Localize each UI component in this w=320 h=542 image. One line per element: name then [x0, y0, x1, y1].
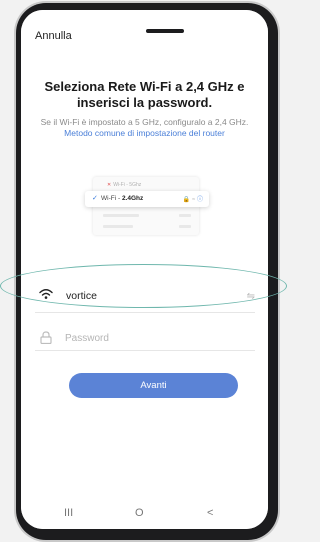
- recent-apps-icon[interactable]: III: [64, 507, 73, 519]
- lock-icon: [40, 331, 52, 344]
- wifi-ssid-value: vortice: [66, 290, 97, 302]
- lock-wifi-icons: 🔒 ≈: [182, 197, 197, 203]
- switch-network-icon[interactable]: ⇋: [247, 291, 255, 302]
- app-screen: Annulla Seleziona Rete Wi-Fi a 2,4 GHz e…: [21, 10, 268, 529]
- back-icon[interactable]: <: [207, 507, 213, 519]
- subtitle-text: Se il Wi-Fi è impostato a 5 GHz, configu…: [40, 117, 249, 127]
- cross-icon: ✕: [107, 182, 112, 188]
- network-24ghz-band: 2.4Ghz: [121, 195, 144, 202]
- home-icon[interactable]: O: [135, 507, 144, 519]
- divider: [35, 350, 255, 351]
- placeholder-line: [179, 214, 191, 217]
- placeholder-line: [179, 225, 191, 228]
- top-bar: Annulla: [21, 10, 268, 50]
- placeholder-line: [103, 214, 139, 217]
- info-icon: ⓘ: [196, 197, 203, 203]
- next-button[interactable]: Avanti: [69, 373, 238, 398]
- password-input[interactable]: [65, 328, 245, 348]
- password-field-row: [35, 328, 255, 352]
- network-row-5ghz: ✕ Wi-Fi - 5Ghz: [107, 182, 141, 188]
- network-status-icons: 🔒 ≈ ⓘ: [183, 194, 203, 203]
- cancel-button[interactable]: Annulla: [35, 30, 72, 42]
- network-24ghz-label: Wi-Fi - 2.4Ghz: [101, 195, 143, 202]
- network-row-24ghz: ✓ Wi-Fi - 2.4Ghz 🔒 ≈ ⓘ: [85, 191, 209, 207]
- check-icon: ✓: [92, 195, 98, 202]
- wifi-icon: [39, 289, 53, 299]
- page-title: Seleziona Rete Wi-Fi a 2,4 GHz e inseris…: [44, 79, 245, 110]
- wifi-band-illustration: ✕ Wi-Fi - 5Ghz ✓ Wi-Fi - 2.4Ghz 🔒 ≈ ⓘ: [85, 175, 209, 239]
- wifi-network-field[interactable]: vortice ⇋: [35, 283, 255, 309]
- router-setup-link[interactable]: Metodo comune di impostazione del router: [64, 128, 225, 138]
- divider: [35, 312, 255, 313]
- placeholder-line: [103, 225, 133, 228]
- network-24ghz-prefix: Wi-Fi -: [101, 195, 122, 202]
- page-subtitle: Se il Wi-Fi è impostato a 5 GHz, configu…: [37, 117, 252, 139]
- system-navigation-bar: III O <: [21, 500, 268, 529]
- notch: [146, 29, 184, 33]
- network-5ghz-label: Wi-Fi - 5Ghz: [113, 182, 142, 188]
- content-card: Seleziona Rete Wi-Fi a 2,4 GHz e inseris…: [21, 50, 268, 500]
